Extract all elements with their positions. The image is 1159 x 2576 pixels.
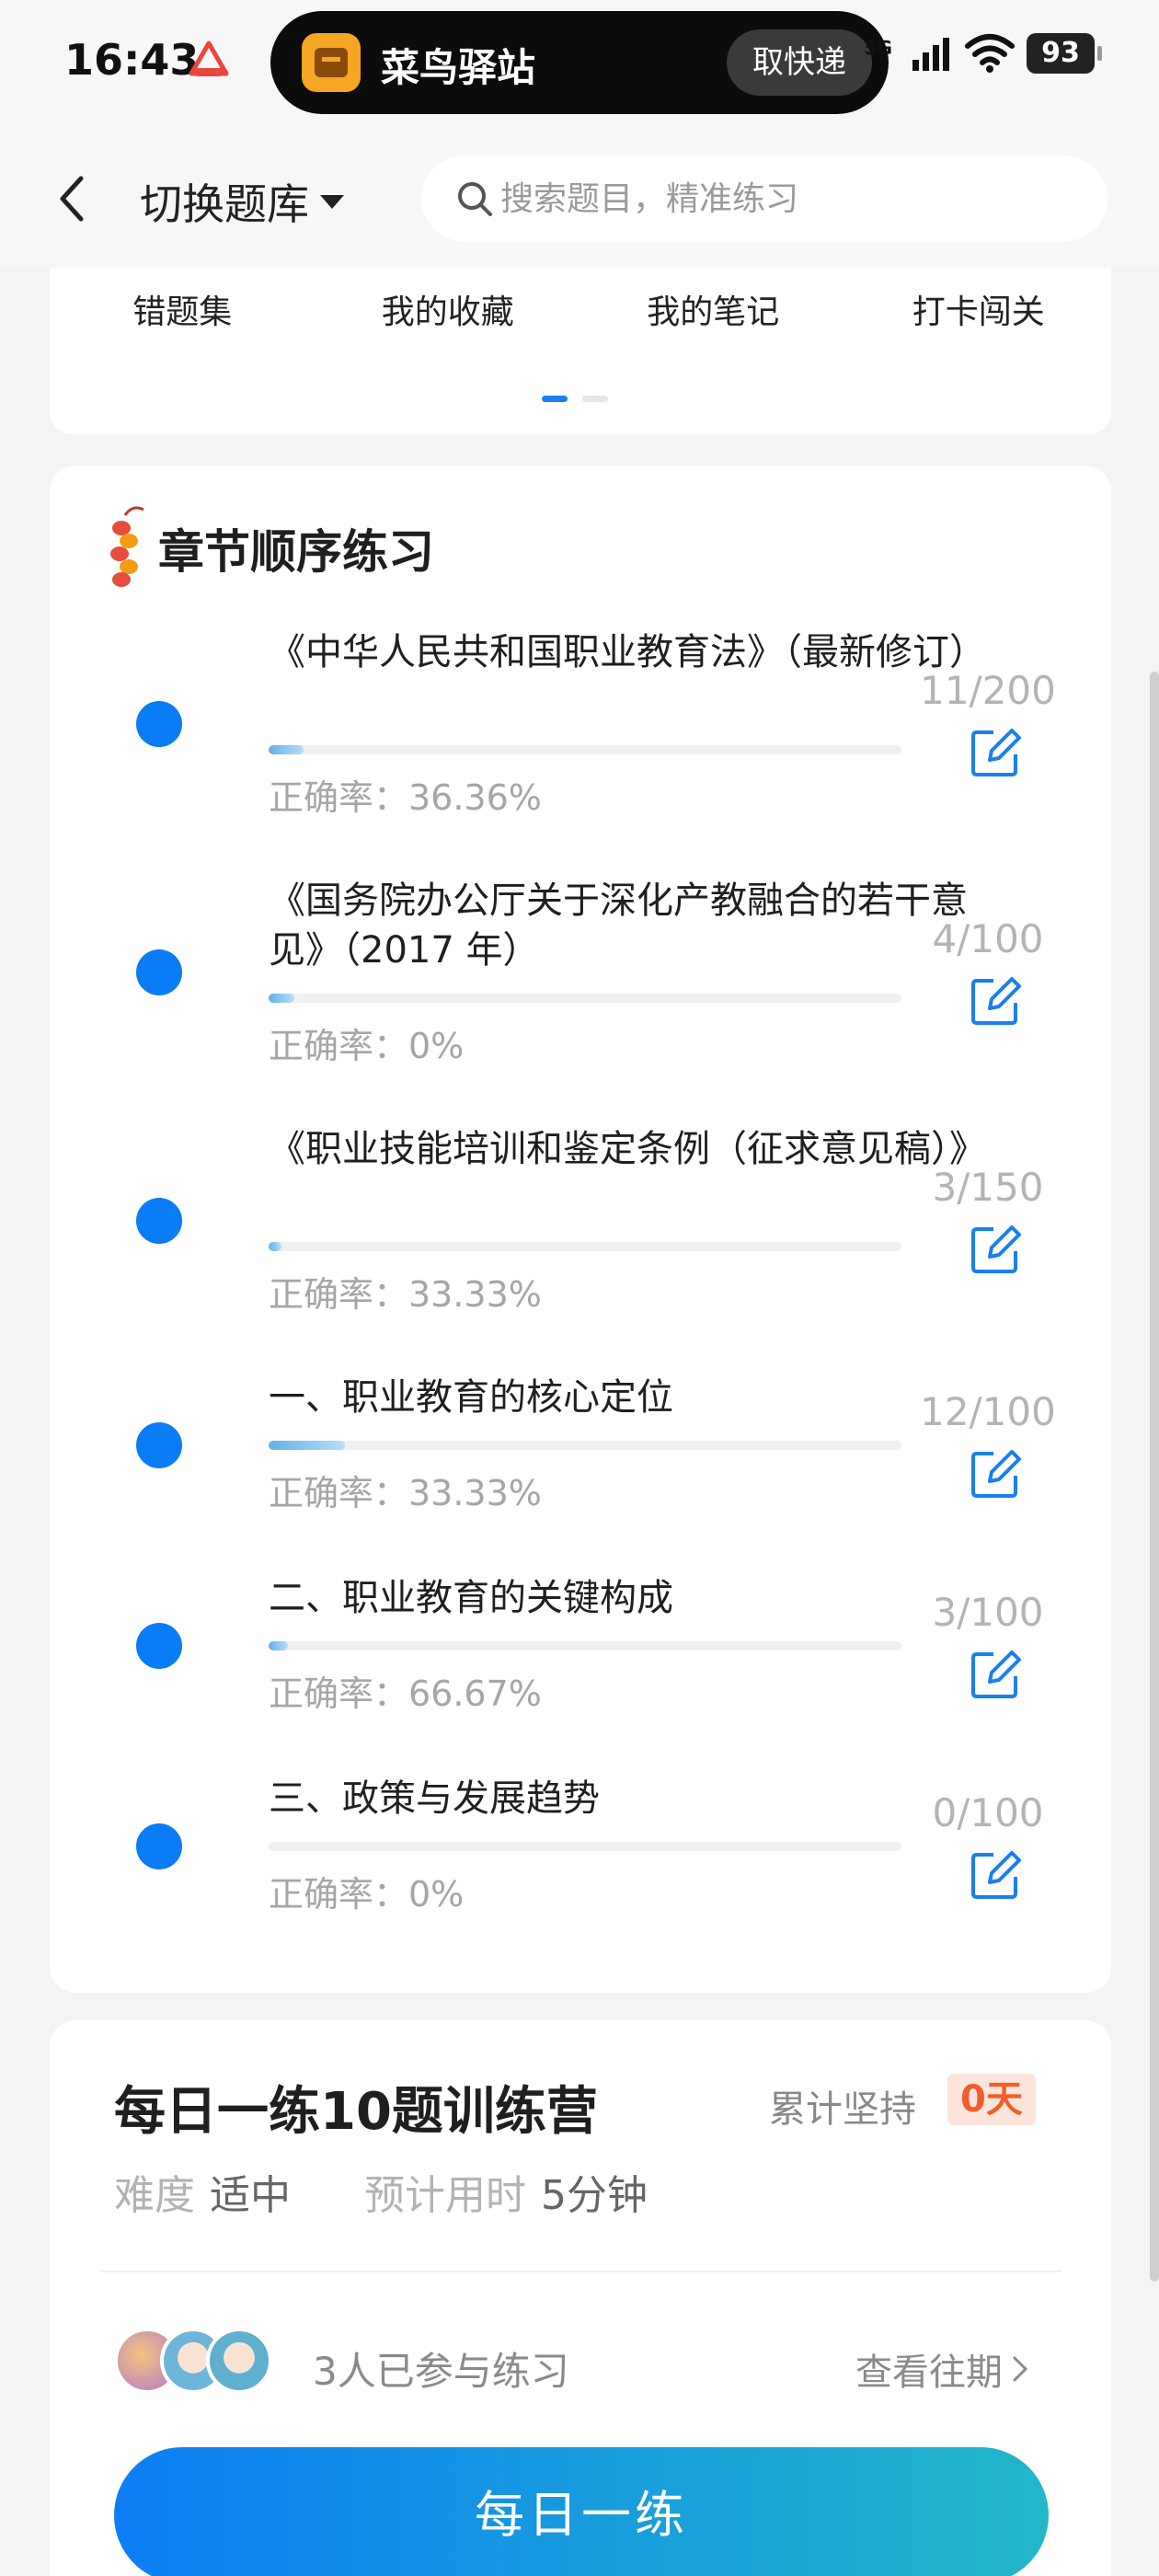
estimated-time-label: 预计用时 xyxy=(364,2172,526,2219)
edit-icon[interactable] xyxy=(968,1647,1023,1702)
quick-links-card: 错题集 我的收藏 我的笔记 打卡闯关 xyxy=(50,269,1111,434)
app-notification-icon xyxy=(189,40,229,76)
streak-label: 累计坚持 xyxy=(769,2088,916,2131)
quick-link-wrong-questions[interactable]: 错题集 xyxy=(50,285,316,333)
streak-badge: 0天 xyxy=(947,2074,1036,2125)
chapter-progress-fill xyxy=(269,1242,281,1251)
daily-meta-row: 难度 适中 预计用时 5分钟 xyxy=(114,2162,648,2221)
chapter-item-name: 《中华人民共和国职业教育法》（最新修订） xyxy=(269,631,986,673)
chapter-bullet xyxy=(136,1198,182,1244)
chapter-bullet xyxy=(136,1623,182,1669)
chapter-bullet xyxy=(136,949,182,995)
chapter-question-count: 12/100 xyxy=(920,1389,1056,1434)
signal-icon xyxy=(912,38,949,71)
chapter-section-title: 章节顺序练习 xyxy=(158,525,434,579)
chapter-accuracy: 正确率：66.67% xyxy=(269,1673,542,1714)
firecracker-icon xyxy=(110,506,144,587)
battery-indicator: 93 xyxy=(1027,33,1102,74)
chapter-question-count: 11/200 xyxy=(920,668,1056,713)
search-input[interactable] xyxy=(500,179,1052,218)
chapter-bullet xyxy=(136,701,182,747)
scrollbar[interactable] xyxy=(1150,672,1159,2282)
quick-link-favorites[interactable]: 我的收藏 xyxy=(316,285,581,333)
chapter-question-count: 3/150 xyxy=(932,1165,1044,1210)
edit-icon[interactable] xyxy=(968,973,1023,1029)
pickup-button[interactable]: 取快递 xyxy=(727,29,872,96)
back-arrow-icon[interactable] xyxy=(46,169,101,228)
edit-icon[interactable] xyxy=(968,1446,1023,1501)
chapter-question-count: 0/100 xyxy=(932,1790,1044,1835)
top-nav-bar: 切换题库 xyxy=(0,129,1159,269)
page-dot-active xyxy=(542,396,568,402)
chapter-accuracy: 正确率：36.36% xyxy=(269,777,542,818)
daily-practice-button[interactable]: 每日一练 xyxy=(114,2447,1049,2576)
divider xyxy=(101,2271,1061,2272)
estimated-time-value: 5分钟 xyxy=(541,2172,648,2219)
chapter-progress-fill xyxy=(269,1441,345,1450)
chapter-accuracy: 正确率：33.33% xyxy=(269,1473,542,1513)
chapter-progress-fill xyxy=(269,1641,288,1650)
chapter-progress-fill xyxy=(269,994,294,1003)
island-app-name: 菜鸟驿站 xyxy=(381,45,536,90)
difficulty-label: 难度 xyxy=(114,2172,195,2219)
chapter-item-name: 一、职业教育的核心定位 xyxy=(269,1376,673,1419)
status-time: 16:43 xyxy=(64,35,200,85)
quick-link-notes[interactable]: 我的笔记 xyxy=(580,285,846,333)
view-history-link[interactable]: 查看往期 xyxy=(855,2342,1030,2396)
search-icon xyxy=(458,182,492,216)
edit-icon[interactable] xyxy=(968,725,1023,780)
chapter-item-name: 二、职业教育的关键构成 xyxy=(269,1577,673,1619)
chapter-question-count: 4/100 xyxy=(932,916,1044,961)
switch-question-bank[interactable]: 切换题库 xyxy=(140,171,346,232)
page-dot xyxy=(582,396,608,402)
chevron-right-icon xyxy=(1013,2356,1028,2382)
participant-avatars xyxy=(114,2328,280,2401)
chapter-bullet xyxy=(136,1422,182,1468)
chapter-item-name: 《国务院办公厅关于深化产教融合的若干意见》（2017 年） xyxy=(269,880,968,972)
chapter-progress-bar xyxy=(269,745,901,754)
network-label: 5G xyxy=(864,37,892,59)
quick-link-check-in[interactable]: 打卡闯关 xyxy=(846,285,1112,333)
chapter-accuracy: 正确率：0% xyxy=(269,1874,465,1915)
chapter-item-name: 三、政策与发展趋势 xyxy=(269,1777,600,1820)
chapter-progress-bar xyxy=(269,994,901,1003)
wifi-icon xyxy=(965,34,1015,73)
search-bar[interactable] xyxy=(421,156,1107,241)
edit-icon[interactable] xyxy=(968,1222,1023,1277)
chapter-progress-bar xyxy=(269,1441,901,1450)
status-bar: 16:43 菜鸟驿站 取快递 5G 93 xyxy=(0,0,1159,129)
chapter-progress-fill xyxy=(269,745,304,754)
chapter-accuracy: 正确率：0% xyxy=(269,1026,465,1066)
participants-count: 3人已参与练习 xyxy=(313,2349,569,2394)
dynamic-island[interactable]: 菜鸟驿站 取快递 xyxy=(270,11,889,114)
chapter-progress-bar xyxy=(269,1842,901,1851)
edit-icon[interactable] xyxy=(968,1847,1023,1903)
chapter-bullet xyxy=(136,1823,182,1869)
courier-app-icon xyxy=(302,33,361,92)
chapter-progress-bar xyxy=(269,1242,901,1251)
switch-bank-label: 切换题库 xyxy=(140,179,309,229)
view-history-label: 查看往期 xyxy=(855,2352,1003,2394)
caret-down-icon xyxy=(320,195,344,209)
difficulty-value: 适中 xyxy=(210,2172,291,2219)
chapter-question-count: 3/100 xyxy=(932,1590,1044,1635)
daily-camp-title: 每日一练10题训练营 xyxy=(114,2082,598,2142)
avatar xyxy=(206,2328,272,2394)
chapter-progress-bar xyxy=(269,1641,901,1650)
daily-practice-card: 每日一练10题训练营 累计坚持 0天 难度 适中 预计用时 5分钟 3人已参与练习 查… xyxy=(50,2020,1111,2576)
pagination-dots xyxy=(542,396,608,402)
chapter-practice-card: 章节顺序练习 《中华人民共和国职业教育法》（最新修订） 正确率：36.36% 1… xyxy=(50,466,1111,1993)
chapter-accuracy: 正确率：33.33% xyxy=(269,1274,542,1315)
chapter-item-name: 《职业技能培训和鉴定条例（征求意见稿）》 xyxy=(269,1128,986,1170)
